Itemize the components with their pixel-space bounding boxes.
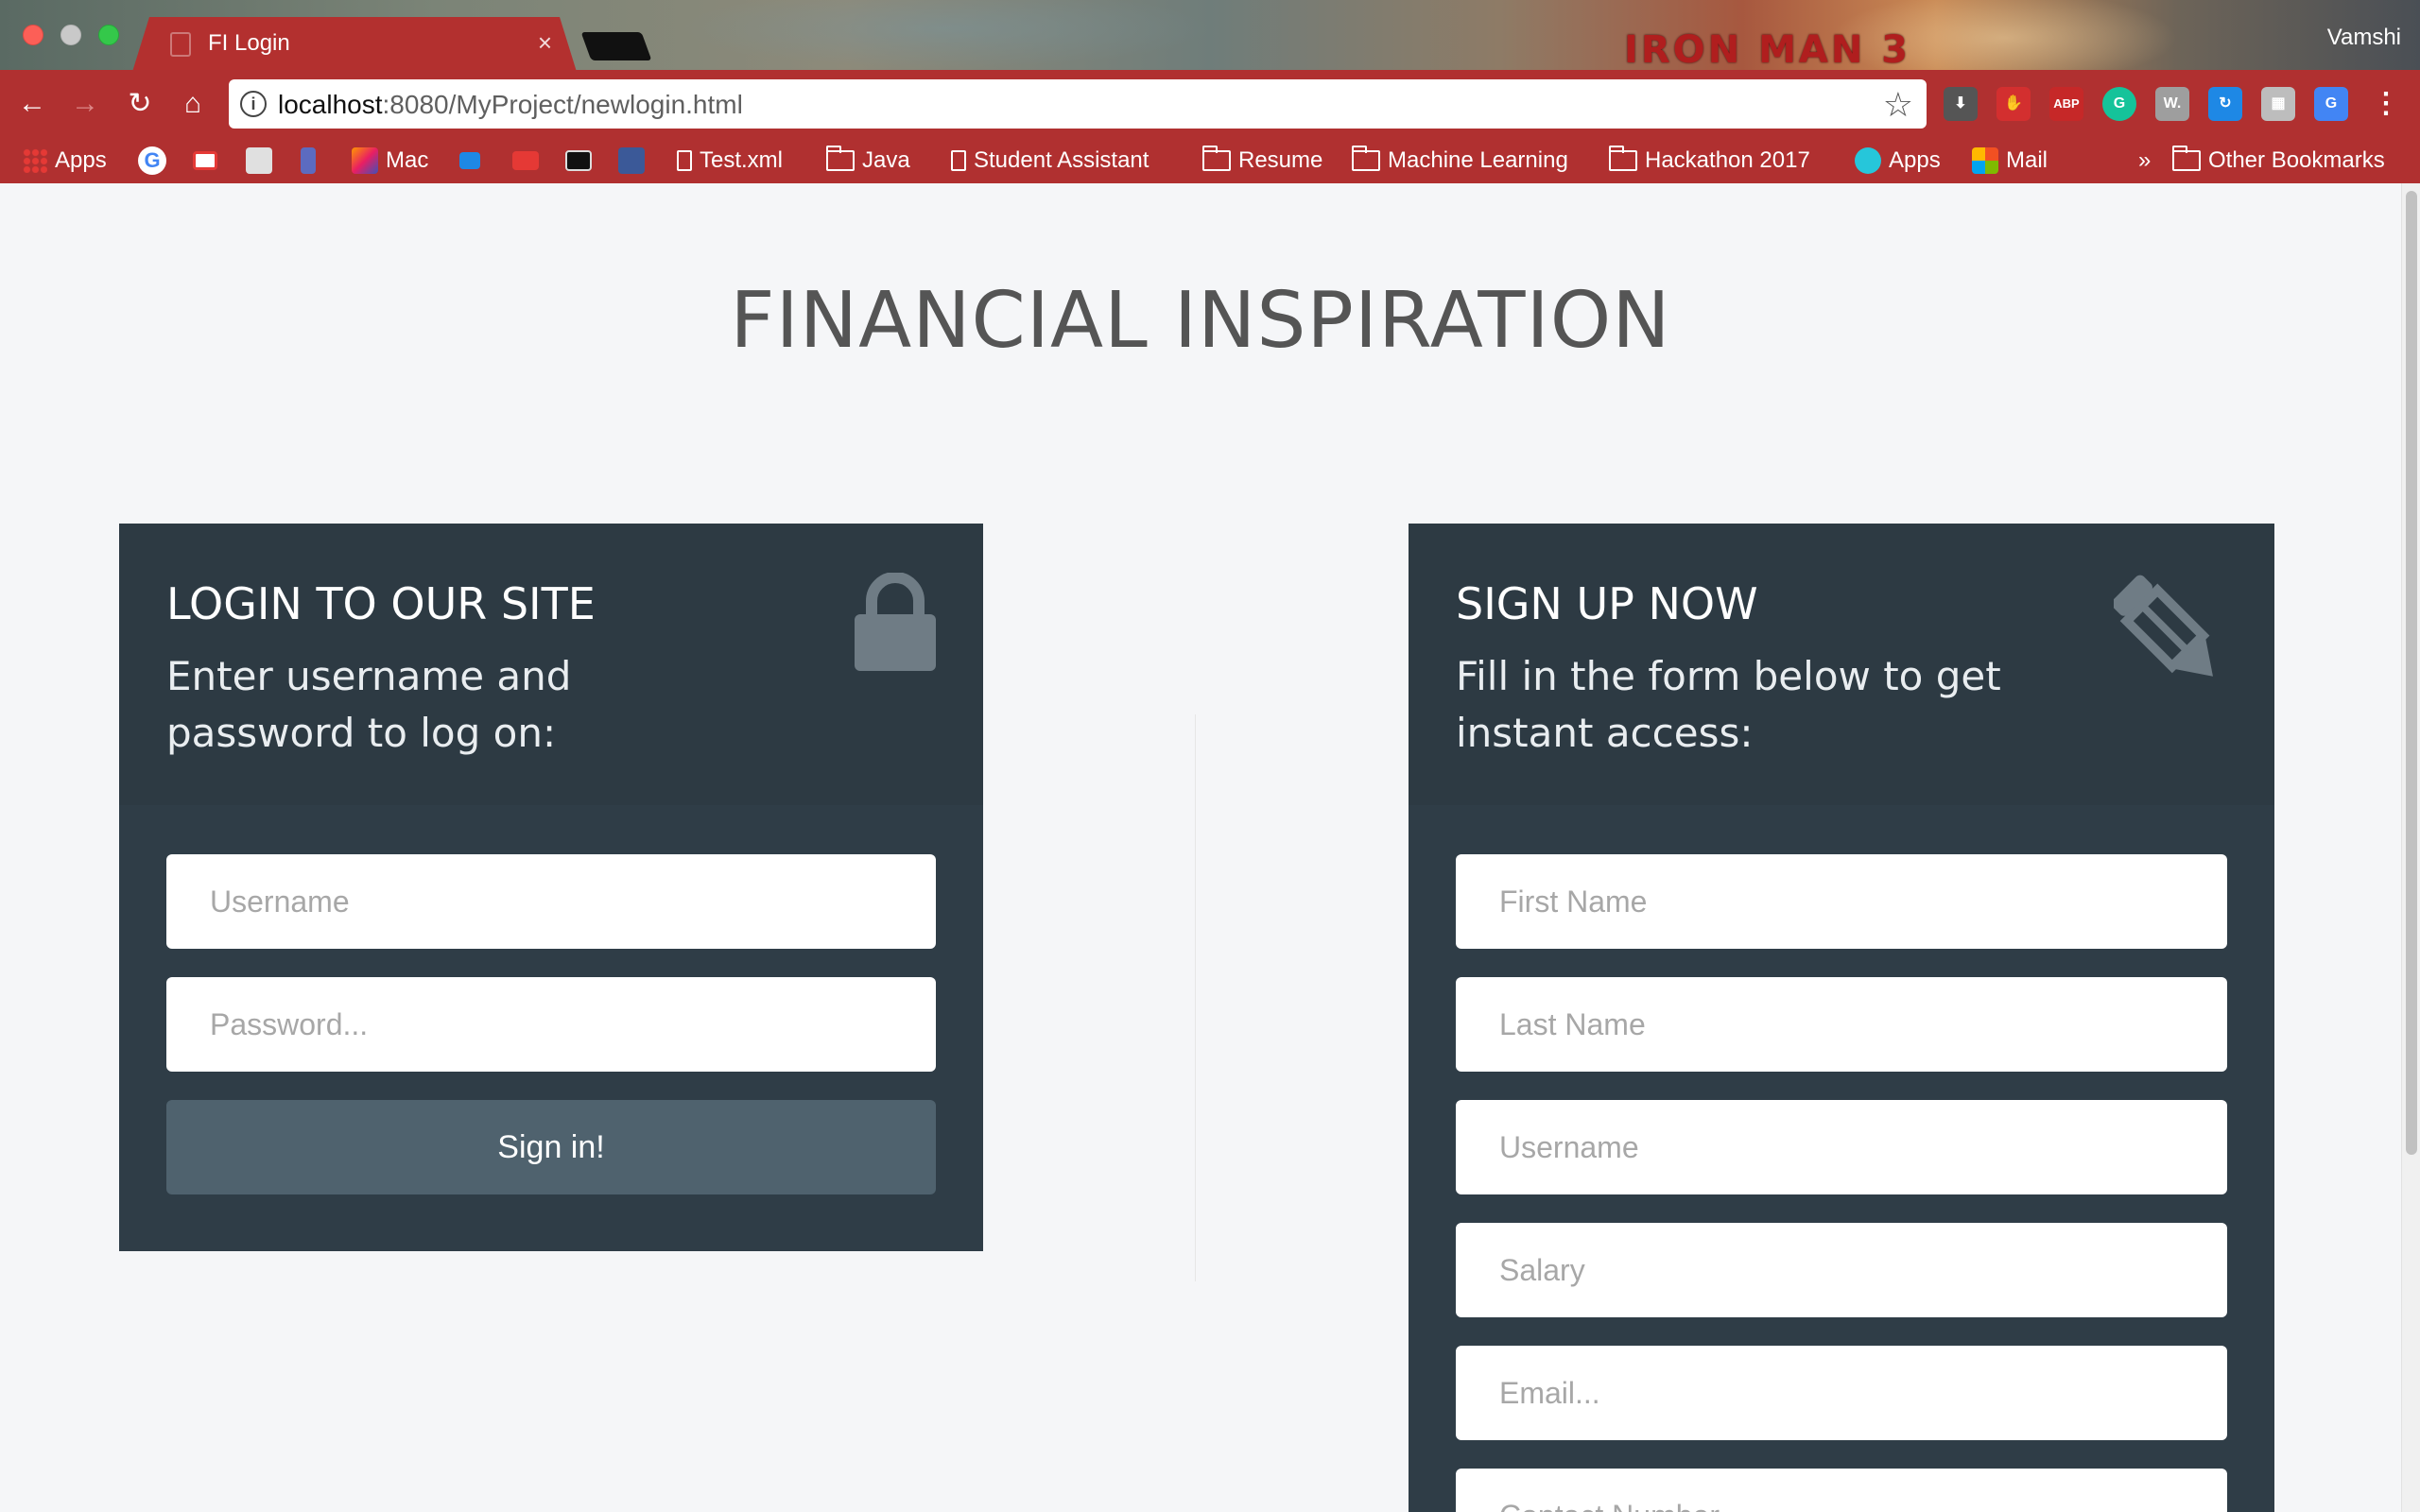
bookmark-apps-launcher[interactable]: Apps [23, 142, 107, 180]
tab-fi-login[interactable]: FI Login × [132, 17, 577, 72]
bookmark-resume[interactable]: Resume [1202, 142, 1322, 180]
tab-title: FI Login [208, 30, 290, 56]
bookmark-gmail[interactable] [193, 142, 217, 180]
tool-icon [301, 147, 316, 174]
google-icon: G [138, 146, 166, 175]
drive-icon [246, 147, 272, 174]
reload-button[interactable]: ↻ [123, 87, 157, 121]
bookmark-tool[interactable] [301, 142, 316, 180]
login-username-input[interactable] [166, 854, 936, 949]
bookmark-star-icon[interactable]: ☆ [1883, 85, 1913, 125]
url-path: :8080/MyProject/newlogin.html [382, 90, 743, 119]
bookmark-facebook[interactable] [618, 142, 645, 180]
bookmark-java[interactable]: Java [826, 142, 910, 180]
bookmark-test-xml[interactable]: Test.xml [677, 142, 783, 180]
signup-card-header: SIGN UP NOW Fill in the form below to ge… [1409, 524, 2274, 805]
tab-close-icon[interactable]: × [538, 28, 552, 58]
window-maximize-button[interactable] [98, 25, 119, 45]
site-info-icon[interactable]: i [240, 91, 267, 117]
grammarly-ext-icon[interactable]: G [2102, 87, 2136, 121]
bookmark-apps[interactable]: Apps [1855, 142, 1941, 180]
bookmarks-bar: Apps G Mac Test.xml Java Student Assista… [0, 138, 2420, 183]
translate-ext-icon[interactable]: G [2314, 87, 2348, 121]
bookmark-student-assistant[interactable]: Student Assistant [951, 142, 1149, 180]
bookmark-blackboard[interactable] [565, 142, 592, 180]
login-subtitle: Enter username and password to log on: [166, 653, 572, 756]
mac-icon [352, 147, 378, 174]
signup-title: SIGN UP NOW [1456, 578, 1758, 629]
bookmark-google[interactable]: G [138, 142, 166, 180]
login-card-header: LOGIN TO OUR SITE Enter username and pas… [119, 524, 983, 805]
folder-icon [1202, 146, 1231, 171]
w-ext-icon[interactable]: W. [2155, 87, 2189, 121]
sign-in-button[interactable]: Sign in! [166, 1100, 936, 1194]
abp-ext-icon[interactable]: ABP [2049, 87, 2083, 121]
microsoft-mail-icon [1972, 147, 1998, 174]
back-button[interactable]: ← [15, 87, 49, 121]
bookmark-mail[interactable]: Mail [1972, 142, 2048, 180]
url-host: localhost [278, 90, 383, 119]
page-viewport: FINANCIAL INSPIRATION LOGIN TO OUR SITE … [0, 183, 2401, 1512]
bookmark-youtube[interactable] [512, 142, 539, 180]
signup-email-input[interactable] [1456, 1346, 2227, 1440]
folder-icon [1352, 146, 1380, 171]
profile-name[interactable]: Vamshi [2327, 25, 2401, 51]
page-icon [677, 150, 692, 171]
home-button[interactable]: ⌂ [176, 87, 210, 121]
pencil-icon [2114, 575, 2213, 677]
signup-salary-input[interactable] [1456, 1223, 2227, 1317]
window-close-button[interactable] [23, 25, 43, 45]
apps-grid-icon [23, 148, 47, 173]
title-bar: FI Login × IRON MAN 3 Vamshi [0, 0, 2420, 72]
page-icon [951, 150, 966, 171]
login-card: LOGIN TO OUR SITE Enter username and pas… [119, 524, 983, 1251]
bookmark-mac[interactable]: Mac [352, 142, 428, 180]
sync-ext-icon[interactable]: ↻ [2208, 87, 2242, 121]
signup-card: SIGN UP NOW Fill in the form below to ge… [1409, 524, 2274, 1512]
window-minimize-button[interactable] [60, 25, 81, 45]
bookmark-other-bookmarks[interactable]: Other Bookmarks [2172, 142, 2385, 180]
gmail-icon [193, 151, 217, 170]
bookmark-hackathon-2017[interactable]: Hackathon 2017 [1609, 142, 1810, 180]
facebook-icon [618, 147, 645, 174]
signup-subtitle: Fill in the form below to get instant ac… [1456, 653, 2001, 756]
theme-logo: IRON MAN 3 [1624, 28, 1911, 72]
folder-icon [2172, 146, 2201, 171]
adblock-ext-icon[interactable]: ✋ [1996, 87, 2031, 121]
browser-menu-icon[interactable]: ⋮ [2369, 87, 2403, 121]
download-ext-icon[interactable]: ⬇ [1944, 87, 1978, 121]
login-password-input[interactable] [166, 977, 936, 1072]
bookmark-machine-learning[interactable]: Machine Learning [1352, 142, 1568, 180]
signup-username-input[interactable] [1456, 1100, 2227, 1194]
forward-button[interactable]: → [68, 87, 102, 121]
signup-first-name-input[interactable] [1456, 854, 2227, 949]
bookmarks-overflow-button[interactable]: » [2138, 142, 2151, 180]
column-divider [1195, 714, 1196, 1281]
browser-chrome: FI Login × IRON MAN 3 Vamshi ← → ↻ ⌂ i l… [0, 0, 2420, 183]
bookmark-drive[interactable] [246, 142, 272, 180]
lock-icon [855, 573, 936, 671]
url-text[interactable]: localhost:8080/MyProject/newlogin.html [278, 90, 743, 120]
dropbox-icon [459, 152, 480, 169]
vertical-scrollbar[interactable] [2401, 183, 2420, 1512]
new-tab-button[interactable] [580, 32, 652, 60]
bookmark-butterfly[interactable] [459, 142, 480, 180]
page-favicon-icon [170, 32, 191, 57]
address-bar[interactable]: i localhost:8080/MyProject/newlogin.html… [229, 79, 1927, 129]
folder-icon [1609, 146, 1637, 171]
folder-icon [826, 146, 855, 171]
signup-last-name-input[interactable] [1456, 977, 2227, 1072]
login-title: LOGIN TO OUR SITE [166, 578, 596, 629]
blackboard-icon [565, 150, 592, 171]
signup-contact-number-input[interactable] [1456, 1469, 2227, 1512]
page-title: FINANCIAL INSPIRATION [730, 276, 1671, 366]
chrome-apps-icon [1855, 147, 1881, 174]
scrollbar-thumb[interactable] [2406, 191, 2417, 1155]
youtube-icon [512, 151, 539, 170]
chart-ext-icon[interactable]: ▦ [2261, 87, 2295, 121]
